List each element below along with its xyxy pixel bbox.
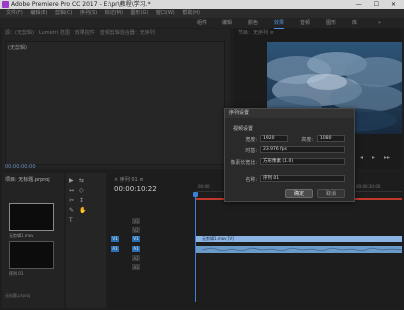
track-header-a3: A3 [108,263,194,271]
menu-bar: 文件(F) 编辑(E) 剪辑(C) 序列(S) 标记(M) 图形(G) 窗口(W… [0,9,404,18]
title-bar: Adobe Premiere Pro CC 2017 - E:\pr\教程\学习… [0,0,404,9]
source-patch-a1-button[interactable]: A1 [111,246,119,252]
ruler-mark-0: 00:00 [198,184,210,189]
height-field[interactable]: 1080 [317,135,345,142]
name-label: 名称: [245,177,257,183]
menu-window[interactable]: 窗口(W) [156,10,175,16]
razor-tool-icon[interactable]: ✂ [69,197,74,204]
track-header-a1: A1 A1 [108,245,194,253]
track-header-v3: V3 [108,217,194,225]
timebase-label: 时基: [245,148,257,154]
workspace-graphics[interactable]: 图形 [326,18,336,28]
track-v1-button[interactable]: V1 [132,236,140,242]
project-footer: 无标题.prproj [5,293,31,298]
menu-file[interactable]: 文件(F) [6,10,23,16]
source-timecode: 00:00:00:00 [5,164,36,170]
clip-thumbnail-2-label: 序列 01 [9,271,24,276]
clip-thumbnail-1-label: 无剪辑1.mov [9,233,34,238]
source-monitor[interactable]: (无剪辑) [5,41,225,165]
rate-stretch-tool-icon[interactable]: ◇ [79,187,84,194]
clip-thumbnail-2[interactable] [9,241,54,269]
timeline-timecode[interactable]: 00:00:10:22 [114,185,157,193]
step-back-icon[interactable]: ◂ [360,154,363,161]
pixel-aspect-select[interactable]: 方形像素 (1.0) [260,158,345,165]
ruler-mark-2: 00:00:30:00 [356,184,381,189]
track-header-a2: A2 [108,254,194,262]
ok-button[interactable]: 确定 [285,189,313,198]
sequence-settings-dialog: 序列设置 视频设置 宽度: 1920 高度: 1080 时基: 23.976 f… [224,108,355,202]
pen-tool-icon[interactable]: ✎ [69,207,74,214]
project-panel: 项目: 无标题.prproj 无剪辑1.mov 序列 01 无标题.prproj [2,173,64,308]
project-panel-header[interactable]: 项目: 无标题.prproj [5,176,50,183]
audio-waveform-icon [201,247,403,252]
ripple-edit-tool-icon[interactable]: ↔ [69,187,74,194]
menu-clip[interactable]: 剪辑(C) [55,10,72,16]
menu-help[interactable]: 帮助(H) [182,10,200,16]
menu-marker[interactable]: 标记(M) [105,10,123,16]
track-v3-button[interactable]: V3 [132,218,140,224]
width-field[interactable]: 1920 [260,135,288,142]
track-a1-button[interactable]: A1 [132,246,140,252]
play-icon[interactable]: ▸ [372,154,375,161]
track-header-v2: V2 [108,226,194,234]
track-select-tool-icon[interactable]: ⇆ [79,177,84,184]
width-label: 宽度: [245,137,257,143]
track-a2-button[interactable]: A2 [132,255,140,261]
hand-tool-icon[interactable]: ✋ [79,207,86,214]
cancel-button[interactable]: 取消 [317,189,345,198]
clip-thumbnail-1[interactable] [9,203,54,231]
menu-edit[interactable]: 编辑(E) [30,10,47,16]
source-panel-tabs[interactable]: 源：(无剪辑) Lumetri 范围 效果控件 音频剪辑混合器：无序列 [5,29,229,37]
window-controls[interactable]: — ☐ ✕ [356,0,401,9]
selection-tool-icon[interactable]: ▶ [69,177,74,184]
workspace-editing[interactable]: 编辑 [222,18,232,28]
window-title: Adobe Premiere Pro CC 2017 - E:\pr\教程\学习… [11,1,151,8]
source-panel: 源：(无剪辑) Lumetri 范围 效果控件 音频剪辑混合器：无序列 (无剪辑… [2,29,230,170]
workspace-more-icon[interactable]: » [378,18,381,28]
track-header-v1: V1 V1 [108,235,194,243]
menu-sequence[interactable]: 序列(S) [80,10,97,16]
workspace-audio[interactable]: 音频 [300,18,310,28]
timebase-select[interactable]: 23.976 fps [260,146,345,153]
workspace-color[interactable]: 颜色 [248,18,258,28]
playhead[interactable] [195,192,196,302]
track-a3-button[interactable]: A3 [132,264,140,270]
timeline-sequence-tab[interactable]: × 序列 01 ≡ [114,176,144,183]
track-v2-button[interactable]: V2 [132,227,140,233]
dialog-title: 序列设置 [225,109,354,118]
sequence-name-field[interactable]: 序列 01 [260,175,345,182]
program-panel-header[interactable]: 节目：无序列 ≡ [238,29,274,37]
video-clip[interactable]: 无剪辑1.mov [V] [196,236,402,242]
workspace-libraries[interactable]: 库 [352,18,357,28]
tools-panel: ▶ ⇆ ↔ ◇ ✂ ↕ ✎ ✋ T [66,173,106,308]
menu-graphics[interactable]: 图形(G) [131,10,149,16]
workspace-effects[interactable]: 效果 [274,18,285,29]
premiere-app-icon [2,1,9,8]
video-clip-label: 无剪辑1.mov [V] [202,236,234,241]
type-tool-icon[interactable]: T [69,217,73,224]
source-patch-v1-button[interactable]: V1 [111,236,119,242]
audio-clip[interactable] [196,246,403,253]
workspace-bar: 组件 编辑 颜色 效果 音频 图形 库 » [0,18,404,29]
height-label: 高度: [301,137,313,143]
step-forward-icon[interactable]: ▸▸ [384,154,390,161]
workspace-assembly[interactable]: 组件 [197,18,207,28]
pixel-aspect-label: 像素长宽比: [230,160,257,166]
slip-tool-icon[interactable]: ↕ [79,197,84,204]
playhead-handle[interactable] [193,192,198,197]
dialog-section-label: 视频设置 [233,126,254,132]
source-clip-name: (无剪辑) [8,45,27,51]
